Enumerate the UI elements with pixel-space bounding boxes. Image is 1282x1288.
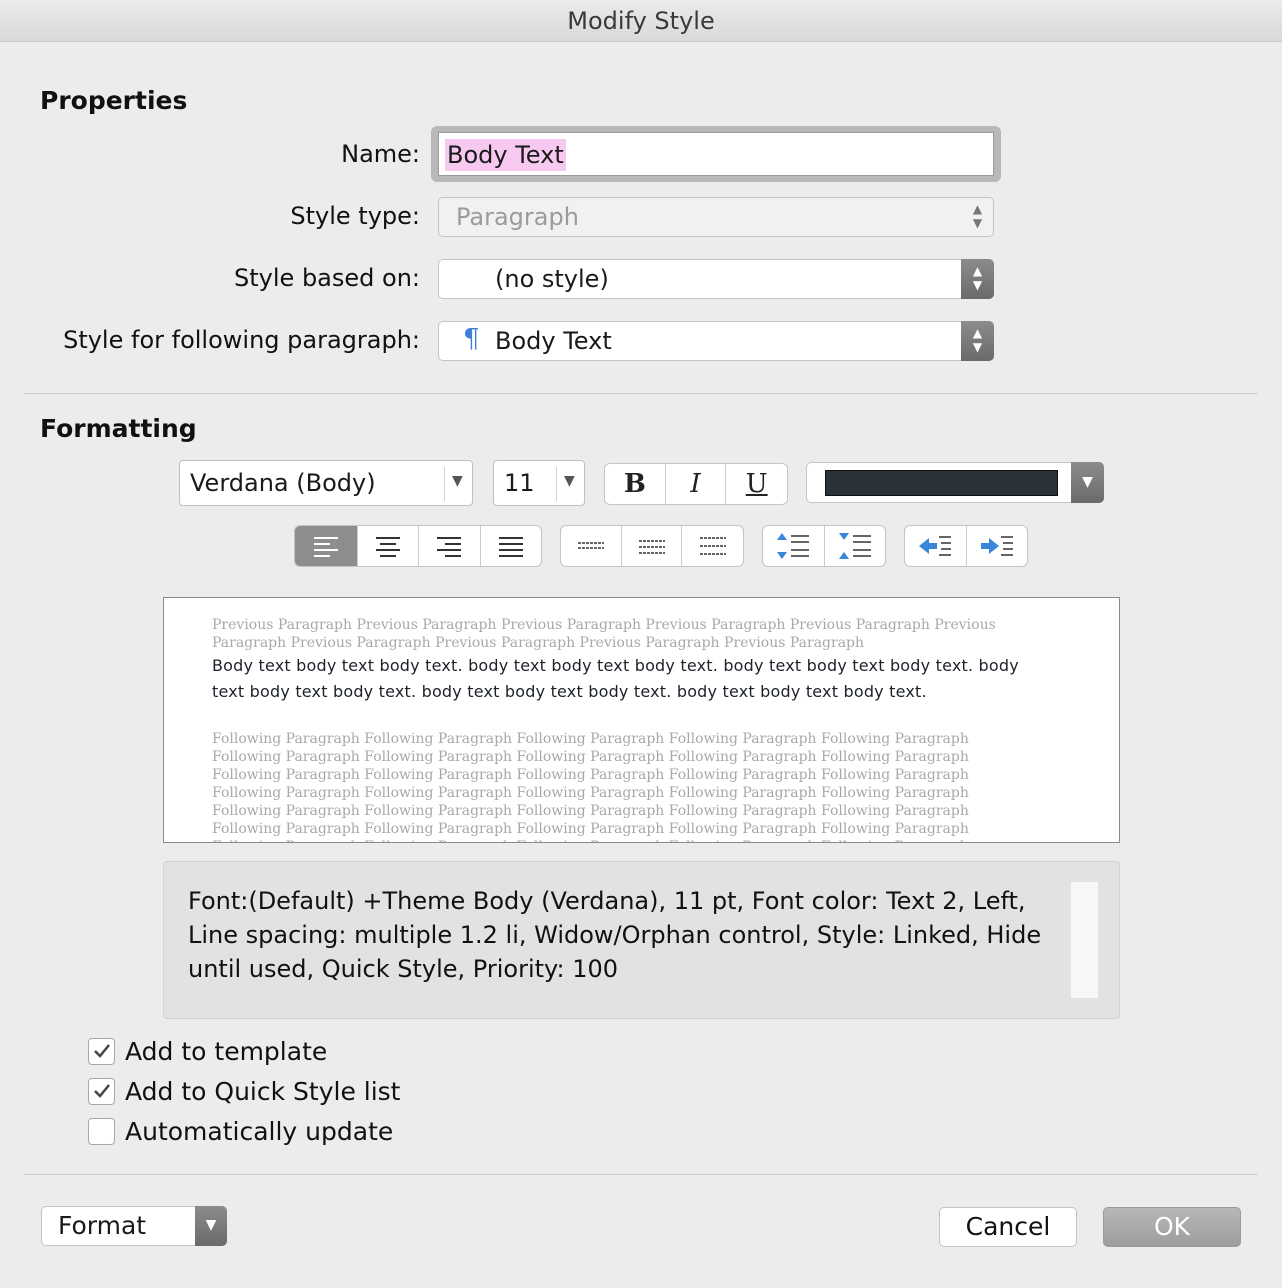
chevron-down-icon: ▼ <box>564 473 575 489</box>
indent-group <box>904 525 1028 567</box>
auto-update-row[interactable]: Automatically update <box>88 1116 393 1146</box>
format-menu-button[interactable]: Format ▼ <box>41 1206 227 1246</box>
style-preview: Previous Paragraph Previous Paragraph Pr… <box>163 597 1120 843</box>
divider <box>24 1174 1258 1175</box>
pilcrow-icon: ¶ <box>463 324 480 354</box>
alignment-group <box>294 525 542 567</box>
double-spacing-icon <box>699 537 726 555</box>
italic-button[interactable]: I <box>666 464 727 504</box>
increase-indent-icon <box>980 536 1013 556</box>
paragraph-spacing-group <box>762 525 886 567</box>
justify-button[interactable] <box>481 526 542 566</box>
up-down-arrows-icon: ▲ ▼ <box>972 202 983 230</box>
add-to-quick-style-label: Add to Quick Style list <box>125 1076 401 1106</box>
style-type-select[interactable]: Paragraph ▲ ▼ <box>438 197 994 237</box>
checkmark-icon <box>93 1044 110 1058</box>
font-combo[interactable]: Verdana (Body) ▼ <box>179 460 473 506</box>
body-text-sample: Body text body text body text. body text… <box>212 656 1019 701</box>
name-label: Name: <box>341 140 420 168</box>
justify-icon <box>498 537 523 557</box>
ok-button[interactable]: OK <box>1103 1207 1241 1247</box>
decrease-indent-icon <box>919 536 952 556</box>
auto-update-label: Automatically update <box>125 1116 394 1146</box>
align-right-icon <box>437 537 462 557</box>
style-description-text: Font:(Default) +Theme Body (Verdana), 11… <box>188 887 1042 983</box>
underline-icon: U <box>745 469 768 499</box>
increase-spacing-button[interactable] <box>763 526 825 566</box>
one-half-spacing-icon <box>638 540 665 554</box>
add-to-template-label: Add to template <box>125 1036 328 1066</box>
align-left-icon <box>313 537 338 557</box>
align-right-button[interactable] <box>419 526 481 566</box>
up-down-arrows-icon: ▲ ▼ <box>961 259 994 299</box>
single-spacing-button[interactable] <box>561 526 622 566</box>
add-to-quick-style-checkbox[interactable] <box>88 1077 115 1105</box>
decrease-indent-button[interactable] <box>905 526 967 566</box>
chevron-down-icon: ▼ <box>1071 462 1104 503</box>
formatting-heading: Formatting <box>40 414 197 443</box>
up-down-arrows-icon: ▲ ▼ <box>961 321 994 361</box>
window-title: Modify Style <box>0 0 1282 42</box>
size-value: 11 <box>504 469 535 497</box>
following-select[interactable]: ¶ Body Text ▲ ▼ <box>438 321 994 361</box>
font-color-swatch <box>825 470 1058 496</box>
bold-italic-underline-group: B I U <box>604 463 788 505</box>
decrease-spacing-button[interactable] <box>825 526 886 566</box>
auto-update-checkbox[interactable] <box>88 1117 115 1145</box>
align-left-button[interactable] <box>295 526 358 566</box>
combo-separator <box>444 467 445 501</box>
style-type-label: Style type: <box>290 202 420 230</box>
based-on-value: (no style) <box>495 265 609 293</box>
add-to-quick-style-row[interactable]: Add to Quick Style list <box>88 1076 401 1106</box>
based-on-label: Style based on: <box>234 264 420 292</box>
increase-spacing-icon <box>777 533 810 559</box>
previous-paragraph-text: Previous Paragraph Previous Paragraph Pr… <box>212 617 996 651</box>
double-spacing-button[interactable] <box>682 526 743 566</box>
style-description: Font:(Default) +Theme Body (Verdana), 11… <box>163 861 1120 1019</box>
based-on-select[interactable]: (no style) ▲ ▼ <box>438 259 994 299</box>
align-center-button[interactable] <box>358 526 419 566</box>
divider <box>24 393 1258 394</box>
name-input-value: Body Text <box>445 139 566 171</box>
combo-separator <box>556 467 557 501</box>
following-label: Style for following paragraph: <box>63 326 420 354</box>
increase-indent-button[interactable] <box>967 526 1028 566</box>
font-value: Verdana (Body) <box>190 469 376 497</box>
italic-icon: I <box>690 469 701 499</box>
bold-icon: B <box>623 469 646 499</box>
style-type-value: Paragraph <box>456 203 579 231</box>
decrease-spacing-icon <box>838 533 871 559</box>
name-input[interactable]: Body Text <box>438 132 994 176</box>
description-scrollbar[interactable] <box>1070 882 1098 998</box>
properties-heading: Properties <box>40 86 188 115</box>
following-paragraph-text: Following Paragraph Following Paragraph … <box>212 731 969 842</box>
checkmark-icon <box>93 1084 110 1098</box>
one-half-spacing-button[interactable] <box>622 526 683 566</box>
chevron-down-icon: ▼ <box>452 473 463 489</box>
underline-button[interactable]: U <box>726 464 787 504</box>
following-value: Body Text <box>495 327 612 355</box>
line-spacing-group <box>560 525 744 567</box>
size-combo[interactable]: 11 ▼ <box>493 460 585 506</box>
format-label: Format <box>58 1211 147 1240</box>
single-spacing-icon <box>577 542 604 549</box>
align-center-icon <box>375 537 400 557</box>
chevron-down-icon: ▼ <box>195 1206 227 1246</box>
cancel-button[interactable]: Cancel <box>939 1207 1077 1247</box>
bold-button[interactable]: B <box>605 464 666 504</box>
add-to-template-row[interactable]: Add to template <box>88 1036 327 1066</box>
font-color-picker[interactable]: ▼ <box>806 462 1104 503</box>
add-to-template-checkbox[interactable] <box>88 1037 115 1065</box>
